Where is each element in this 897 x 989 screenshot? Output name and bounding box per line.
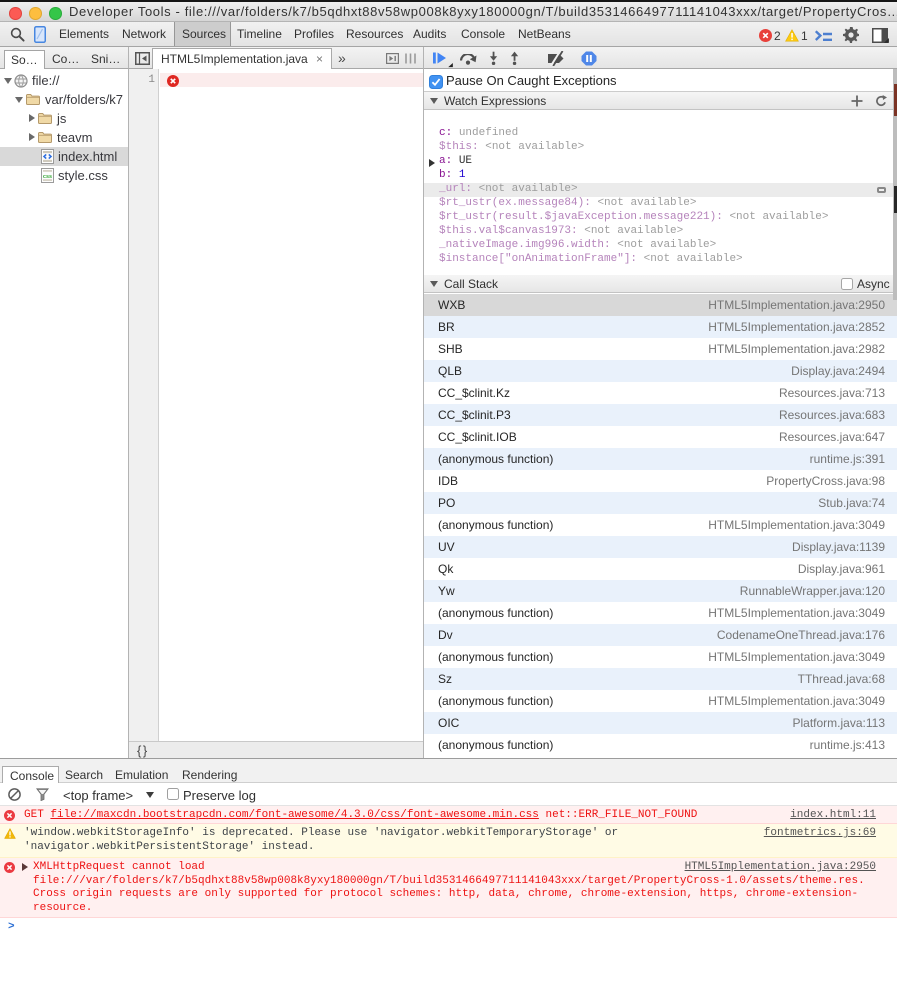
svg-text:css: css xyxy=(43,174,52,180)
